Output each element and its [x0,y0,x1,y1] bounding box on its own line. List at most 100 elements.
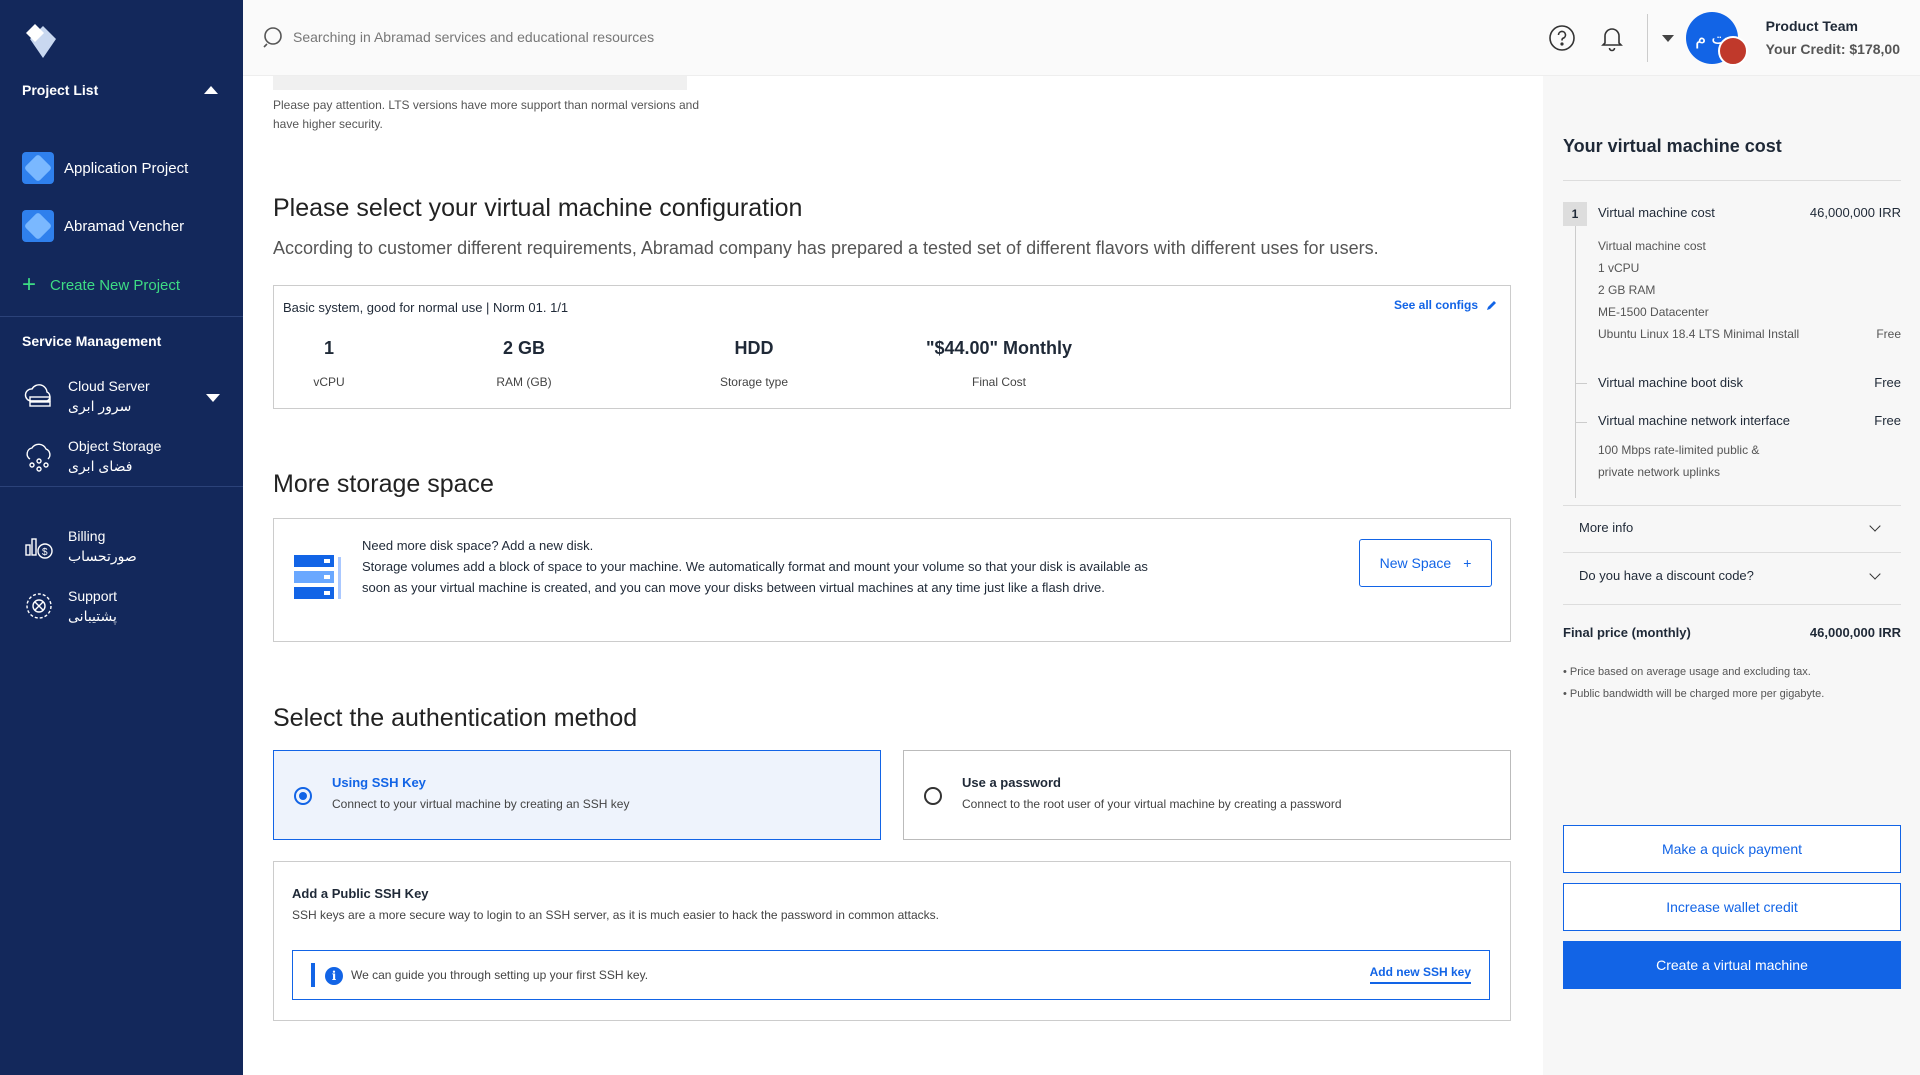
search-bar[interactable]: Searching in Abramad services and educat… [263,26,654,48]
vm-cost-label: Virtual machine cost [1598,205,1715,220]
accent-bar [311,963,315,987]
cloud-server-label-fa: سرور ابری [68,398,132,414]
user-info: Product Team Your Credit: $178,00 [1766,15,1900,61]
ssh-key-card: Add a Public SSH Key SSH keys are a more… [273,861,1511,1021]
auth-option-desc: Connect to your virtual machine by creat… [332,797,630,811]
sidebar-item-cloud-server[interactable]: Cloud Server سرور ابری [22,376,150,416]
abramad-logo-icon[interactable] [22,20,64,62]
info-icon: i [325,967,343,985]
user-credit: Your Credit: $178,00 [1765,41,1900,57]
new-space-button[interactable]: New Space + [1359,539,1492,587]
svg-text:$: $ [42,547,48,558]
support-icon [26,593,52,619]
user-photo [1717,36,1748,66]
see-all-configs-link[interactable]: See all configs [1394,298,1498,312]
cost-panel-title: Your virtual machine cost [1563,136,1782,156]
divider [1646,14,1648,62]
spec-vcpu: 1 vCPU [294,338,364,389]
radio-selected[interactable] [294,787,312,805]
auth-option-desc: Connect to the root user of your virtual… [962,797,1342,811]
network-desc: 100 Mbps rate-limited public & [1598,443,1760,457]
plan-title: Basic system, good for normal use | Norm… [283,300,569,315]
ssh-key-desc: SSH keys are a more secure way to login … [292,908,939,922]
project-label: Abramad Vencher [64,217,185,235]
project-list-label: Project List [22,82,99,98]
billing-icon: $ [25,538,53,559]
divider [0,486,243,487]
billing-label: Billing [68,528,106,544]
ssh-key-title: Add a Public SSH Key [292,886,429,901]
boot-disk-price: Free [1874,375,1901,390]
storage-heading: More storage space [273,470,494,498]
final-price-row: Final price (monthly) 46,000,000 IRR [1563,625,1901,640]
account-dropdown-icon[interactable] [1661,34,1674,42]
quick-payment-button[interactable]: Make a quick payment [1563,825,1901,873]
auth-option-password[interactable]: Use a password Connect to the root user … [903,750,1511,840]
spec-storage: HDD Storage type [694,338,814,389]
auth-option-ssh-key[interactable]: Using SSH Key Connect to your virtual ma… [273,750,881,840]
sidebar-item-object-storage[interactable]: Object Storage فضای ابری [22,436,161,476]
avatar[interactable]: ت م [1685,12,1748,66]
divider [1563,505,1901,506]
final-price-label: Final price (monthly) [1563,625,1691,640]
project-icon [22,152,54,184]
project-list-toggle[interactable]: Project List [22,82,218,98]
sidebar-item-support[interactable]: Support پشتیبانی [22,586,117,626]
object-storage-label-fa: فضای ابری [68,458,133,474]
boot-disk-label: Virtual machine boot disk [1598,375,1744,390]
spec-value: "$44.00" Monthly [925,338,1073,358]
detail-os-price: Free [1876,327,1901,341]
spec-value: 2 GB [502,338,545,358]
storage-line1: Need more disk space? Add a new disk. [362,538,594,553]
create-vm-button[interactable]: Create a virtual machine [1563,941,1901,989]
increase-credit-button[interactable]: Increase wallet credit [1563,883,1901,931]
discount-code-accordion[interactable]: Do you have a discount code? [1579,567,1887,583]
project-item-abramad-vencher[interactable]: Abramad Vencher [22,210,184,242]
footnote: • Price based on average usage and exclu… [1563,666,1811,678]
config-card[interactable]: Basic system, good for normal use | Norm… [273,285,1511,409]
disk-stack-icon [294,555,341,599]
item-number-badge: 1 [1563,202,1587,226]
project-item-application[interactable]: Application Project [22,152,188,184]
help-icon[interactable] [1547,23,1577,53]
storage-description: Need more disk space? Add a new disk. St… [362,535,1172,598]
detail-vcpu: 1 vCPU [1598,261,1640,275]
billing-label-fa: صورتحساب [68,548,137,564]
spec-final-cost: "$44.00" Monthly Final Cost [914,338,1084,389]
detail-vm-cost: Virtual machine cost [1598,239,1706,253]
spec-ram: 2 GB RAM (GB) [474,338,574,389]
spec-value: HDD [734,338,774,358]
chevron-down-icon[interactable] [206,394,220,402]
footnote: • Public bandwidth will be charged more … [1563,688,1825,700]
spec-label: vCPU [313,375,345,389]
support-label-fa: پشتیبانی [68,608,117,624]
spec-label: Storage type [719,375,789,389]
cloud-server-icon [24,384,51,407]
storage-line2: Storage volumes add a block of space to … [362,559,1148,595]
object-storage-icon [26,443,51,472]
spec-value: 1 [323,338,334,358]
sidebar: Project List Application Project Abramad… [0,0,243,1075]
network-price: Free [1874,413,1901,428]
auth-option-title: Using SSH Key [332,775,426,790]
final-price-value: 46,000,000 IRR [1809,625,1901,640]
create-project-button[interactable]: + Create New Project [22,273,180,297]
more-info-accordion[interactable]: More info [1579,519,1887,535]
top-actions: ت م Product Team Your Credit: $178,00 [1547,0,1920,76]
new-space-label: New Space [1379,555,1452,571]
search-input[interactable]: Searching in Abramad services and educat… [293,29,654,45]
ssh-guide-banner: i We can guide you through setting up yo… [292,950,1490,1000]
caret-up-icon [204,86,218,94]
user-name: Product Team [1765,18,1858,34]
cost-panel: Your virtual machine cost 1 Virtual mach… [1543,76,1920,1075]
add-ssh-key-link[interactable]: Add new SSH key [1369,965,1471,984]
ssh-guide-text: We can guide you through setting up your… [351,968,649,982]
os-version-field[interactable] [273,76,687,90]
radio-unselected[interactable] [924,787,942,805]
network-desc: private network uplinks [1598,465,1721,479]
bell-icon[interactable] [1597,23,1627,53]
sidebar-item-billing[interactable]: $ Billing صورتحساب [22,526,137,566]
object-storage-label: Object Storage [68,438,162,454]
chevron-down-icon [1869,519,1881,532]
config-subheading: According to customer different requirem… [273,238,1379,258]
